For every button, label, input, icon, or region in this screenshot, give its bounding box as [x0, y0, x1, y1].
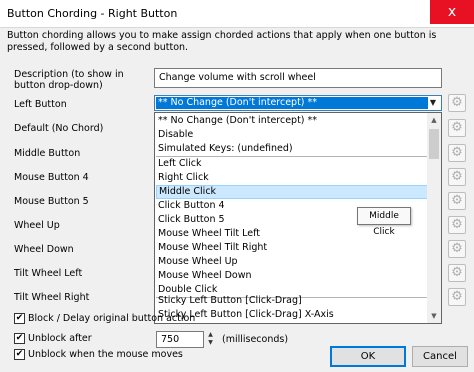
- scroll-down-icon[interactable]: ▼: [427, 309, 441, 323]
- dropdown-item[interactable]: Simulated Keys: (undefined): [156, 142, 428, 156]
- unblock-after-unit: (milliseconds): [222, 334, 289, 345]
- unblock-moves-option[interactable]: ✔ Unblock when the mouse moves: [14, 348, 183, 362]
- row-label-wheel-up: Wheel Up: [14, 220, 60, 231]
- window-title: Button Chording - Right Button: [7, 7, 178, 20]
- dropdown-scrollbar[interactable]: ▲ ▼: [427, 113, 441, 323]
- gear-icon[interactable]: ⚙: [448, 240, 466, 258]
- cancel-button[interactable]: Cancel: [412, 346, 468, 367]
- stepper-up-icon[interactable]: ▲: [205, 331, 216, 339]
- unblock-after-label: Unblock after: [28, 333, 92, 344]
- dropdown-item[interactable]: Left Click: [156, 157, 428, 171]
- dropdown-item[interactable]: Sticky Left Button [Click-Drag] X-Axis: [156, 308, 428, 322]
- close-button[interactable]: x: [430, 0, 474, 24]
- dropdown-item-hovered[interactable]: Middle Click: [156, 185, 428, 199]
- unblock-moves-label: Unblock when the mouse moves: [28, 349, 183, 360]
- gear-icon[interactable]: ⚙: [448, 192, 466, 210]
- gear-icon[interactable]: ⚙: [448, 168, 466, 186]
- unblock-after-checkbox[interactable]: ✔: [14, 333, 25, 344]
- description-label: Description (to show in button drop-down…: [14, 69, 124, 91]
- dropdown-item[interactable]: Mouse Wheel Up: [156, 255, 428, 269]
- unblock-moves-checkbox[interactable]: ✔: [14, 349, 25, 360]
- description-value: Change volume with scroll wheel: [159, 72, 316, 83]
- description-input[interactable]: Change volume with scroll wheel: [154, 68, 442, 88]
- combo-selected: ** No Change (Don't intercept) **: [156, 97, 428, 109]
- gear-icon[interactable]: ⚙: [448, 144, 466, 162]
- row-label-tilt-wheel-right: Tilt Wheel Right: [14, 292, 90, 303]
- block-label: Block / Delay original button action: [28, 313, 196, 324]
- row-label-wheel-down: Wheel Down: [14, 244, 74, 255]
- dropdown-item[interactable]: Mouse Wheel Tilt Right: [156, 241, 428, 255]
- row-label-tilt-wheel-left: Tilt Wheel Left: [14, 268, 83, 279]
- block-checkbox[interactable]: ✔: [14, 313, 25, 324]
- unblock-after-stepper[interactable]: ▲ ▼: [205, 331, 216, 348]
- ok-button[interactable]: OK: [330, 346, 406, 367]
- gear-icon[interactable]: ⚙: [448, 119, 466, 137]
- dropdown-item[interactable]: Right Click: [156, 171, 428, 185]
- stepper-down-icon[interactable]: ▼: [205, 339, 216, 347]
- gear-icon[interactable]: ⚙: [448, 94, 466, 112]
- unblock-after-input[interactable]: 750: [156, 331, 204, 348]
- row-label-default: Default (No Chord): [14, 123, 104, 134]
- unblock-after-value: 750: [161, 334, 180, 345]
- dropdown-item[interactable]: Disable: [156, 128, 428, 142]
- row-label-mouse-button-4: Mouse Button 4: [14, 172, 89, 183]
- dropdown-item[interactable]: ** No Change (Don't intercept) **: [156, 114, 428, 128]
- gear-icon[interactable]: ⚙: [448, 288, 466, 306]
- unblock-after-option[interactable]: ✔ Unblock after: [14, 332, 92, 346]
- description-text: Button chording allows you to make assig…: [7, 30, 437, 53]
- title-bar: Button Chording - Right Button x: [0, 0, 474, 28]
- block-option[interactable]: ✔ Block / Delay original button action: [14, 312, 195, 326]
- scroll-thumb[interactable]: [429, 129, 439, 159]
- dropdown-item[interactable]: Sticky Left Button [Click-Drag]: [156, 294, 428, 308]
- chevron-down-icon[interactable]: ▼: [426, 96, 440, 110]
- gear-icon[interactable]: ⚙: [448, 264, 466, 282]
- row-label-left-button: Left Button: [14, 99, 67, 110]
- scroll-up-icon[interactable]: ▲: [427, 113, 441, 127]
- gear-icon[interactable]: ⚙: [448, 216, 466, 234]
- row-label-middle-button: Middle Button: [14, 148, 81, 159]
- close-icon: x: [447, 4, 457, 20]
- row-label-mouse-button-5: Mouse Button 5: [14, 196, 89, 207]
- tooltip: Middle Click: [357, 207, 411, 237]
- left-button-combo[interactable]: ** No Change (Don't intercept) ** ▼: [154, 95, 442, 111]
- dropdown-item[interactable]: Mouse Wheel Down: [156, 269, 428, 283]
